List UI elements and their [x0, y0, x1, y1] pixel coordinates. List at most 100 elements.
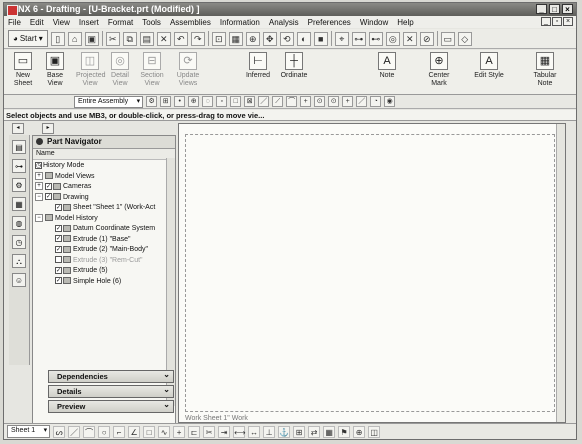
menu-file[interactable]: File — [8, 18, 21, 27]
center-icon[interactable]: ⊙ — [328, 96, 340, 107]
tree-node-extrude-2[interactable]: ✓ Extrude (2) "Main-Body" — [35, 245, 175, 256]
snap-tangent-icon[interactable]: ⊘ — [419, 31, 434, 46]
checkbox[interactable]: ✓ — [55, 245, 62, 253]
checkbox[interactable] — [55, 256, 62, 264]
fix-icon[interactable]: ⚓ — [278, 425, 291, 438]
add-filter-icon[interactable]: ⊞ — [160, 96, 172, 107]
curve-icon[interactable]: ⌒ — [286, 96, 298, 107]
point-icon[interactable]: + — [173, 425, 186, 438]
menu-edit[interactable]: Edit — [30, 18, 44, 27]
tree-node-simple-hole[interactable]: ✓ Simple Hole (6) — [35, 277, 175, 288]
visibility-icon[interactable]: ◇ — [457, 31, 472, 46]
menu-assemblies[interactable]: Assemblies — [170, 18, 211, 27]
line-icon[interactable]: ／ — [258, 96, 270, 107]
tree-node-extrude-1[interactable]: ✓ Extrude (1) "Base" — [35, 235, 175, 246]
chevron-right-icon[interactable]: ▸ — [42, 123, 54, 134]
edit-style-button[interactable]: A Edit Style — [472, 52, 506, 80]
checkbox[interactable]: ✓ — [55, 235, 62, 243]
selection-scope-dropdown[interactable]: Entire Assembly — [74, 95, 144, 108]
plus-icon[interactable]: + — [300, 96, 312, 107]
column-header-name[interactable]: Name — [33, 149, 175, 160]
menu-view[interactable]: View — [53, 18, 70, 27]
fillet-icon[interactable]: ⌐ — [113, 425, 126, 438]
line-icon[interactable]: ／ — [68, 425, 81, 438]
rotate-icon[interactable]: ⟲ — [279, 31, 294, 46]
ordinate-dimension-button[interactable]: ┼ Ordinate — [278, 52, 310, 80]
snap-icon[interactable]: ⊕ — [188, 96, 200, 107]
start-button[interactable]: ◕ Start ▾ — [8, 30, 48, 47]
grid-icon[interactable]: ▦ — [323, 425, 336, 438]
open-folder-icon[interactable]: ⌂ — [67, 31, 82, 46]
fit-view-icon[interactable]: ⊡ — [211, 31, 226, 46]
tree-node-model-history[interactable]: − Model History — [35, 213, 175, 225]
spline-icon[interactable]: ∿ — [158, 425, 171, 438]
snap-center-icon[interactable]: ◎ — [385, 31, 400, 46]
scope-icon[interactable]: ◌ — [202, 96, 214, 107]
details-panel[interactable]: Details — [48, 384, 174, 398]
delete-icon[interactable]: ✕ — [156, 31, 171, 46]
section-view-button[interactable]: ⊟ Section View — [138, 52, 166, 88]
roles-icon[interactable]: ☺ — [12, 273, 26, 287]
projected-view-button[interactable]: ◫ Projected View — [76, 52, 106, 88]
minimize-button[interactable]: _ — [536, 4, 547, 14]
extend-icon[interactable]: ⇥ — [218, 425, 231, 438]
snap-endpoint-icon[interactable]: ⊶ — [351, 31, 366, 46]
menu-window[interactable]: Window — [360, 18, 388, 27]
color-icon[interactable]: ■ — [313, 31, 328, 46]
chevron-left-icon[interactable]: ◂ — [12, 123, 24, 134]
web-browser-icon[interactable]: ◍ — [12, 216, 26, 230]
history-icon[interactable]: ◷ — [12, 235, 26, 249]
snap-point-icon[interactable]: ⌖ — [334, 31, 349, 46]
mirror-icon[interactable]: ⟷ — [233, 425, 246, 438]
tangent-icon[interactable]: ◉ — [384, 96, 396, 107]
tree-node-model-views[interactable]: + Model Views — [35, 171, 175, 183]
detail-view-button[interactable]: ◎ Detail View — [106, 52, 134, 88]
circle-icon[interactable]: ○ — [98, 425, 111, 438]
doc-minimize-button[interactable]: _ — [541, 17, 551, 26]
constraint-navigator-icon[interactable]: ⊶ — [12, 159, 26, 173]
dimension-icon[interactable]: ↔ — [248, 425, 261, 438]
circle-icon[interactable]: ⊙ — [314, 96, 326, 107]
offset-icon[interactable]: ⊏ — [188, 425, 201, 438]
checkbox[interactable]: ✓ — [55, 277, 62, 285]
zoom-icon[interactable]: ⊕ — [245, 31, 260, 46]
menu-help[interactable]: Help — [397, 18, 413, 27]
snap-settings-icon[interactable]: ⊕ — [353, 425, 366, 438]
profile-icon[interactable]: ᔕ — [53, 425, 66, 438]
part-navigator-icon[interactable]: ⚙ — [12, 178, 26, 192]
drawing-sheet[interactable]: Work Sheet 1" Work — [178, 123, 566, 423]
trim-icon[interactable]: ✂ — [203, 425, 216, 438]
zoom-window-icon[interactable]: ▦ — [228, 31, 243, 46]
close-button[interactable]: × — [562, 4, 573, 14]
render-style-icon[interactable]: ◐ — [296, 31, 311, 46]
center-mark-button[interactable]: ⊕ Center Mark — [424, 52, 454, 88]
slash-icon[interactable]: ／ — [356, 96, 368, 107]
constraint-icon[interactable]: ⊥ — [263, 425, 276, 438]
cross-icon[interactable]: + — [342, 96, 354, 107]
lasso-icon[interactable]: ⊠ — [244, 96, 256, 107]
dependencies-panel[interactable]: Dependencies — [48, 369, 174, 383]
base-view-button[interactable]: ▣ Base View — [40, 52, 70, 88]
menu-tools[interactable]: Tools — [142, 18, 161, 27]
sheet-dropdown[interactable]: Sheet 1 — [7, 425, 51, 438]
collapse-icon[interactable]: − — [35, 192, 43, 201]
snap-midpoint-icon[interactable]: ⊷ — [368, 31, 383, 46]
preview-panel[interactable]: Preview — [48, 399, 174, 413]
copy-icon[interactable]: ⧉ — [122, 31, 137, 46]
doc-restore-button[interactable]: ▫ — [552, 17, 562, 26]
menu-preferences[interactable]: Preferences — [308, 18, 351, 27]
edge-icon[interactable]: ⟋ — [272, 96, 284, 107]
checkbox[interactable]: ✓ — [45, 193, 52, 201]
grid-icon[interactable]: ▫ — [216, 96, 228, 107]
expand-icon[interactable]: + — [35, 182, 43, 191]
checkbox[interactable]: ✓ — [45, 182, 52, 190]
rectangle-icon[interactable]: □ — [143, 425, 156, 438]
point-icon[interactable]: • — [174, 96, 186, 107]
inferred-dimension-button[interactable]: ⊢ Inferred — [242, 52, 274, 80]
system-materials-icon[interactable]: ⛬ — [12, 254, 26, 268]
arc-icon[interactable]: ⌒ — [83, 425, 96, 438]
expand-icon[interactable]: + — [35, 171, 43, 180]
tree-node-extrude-3[interactable]: Extrude (3) "Rem-Cut" — [35, 256, 175, 267]
select-filter-icon[interactable]: ⚙ — [146, 96, 158, 107]
collapse-icon[interactable]: − — [35, 213, 43, 222]
